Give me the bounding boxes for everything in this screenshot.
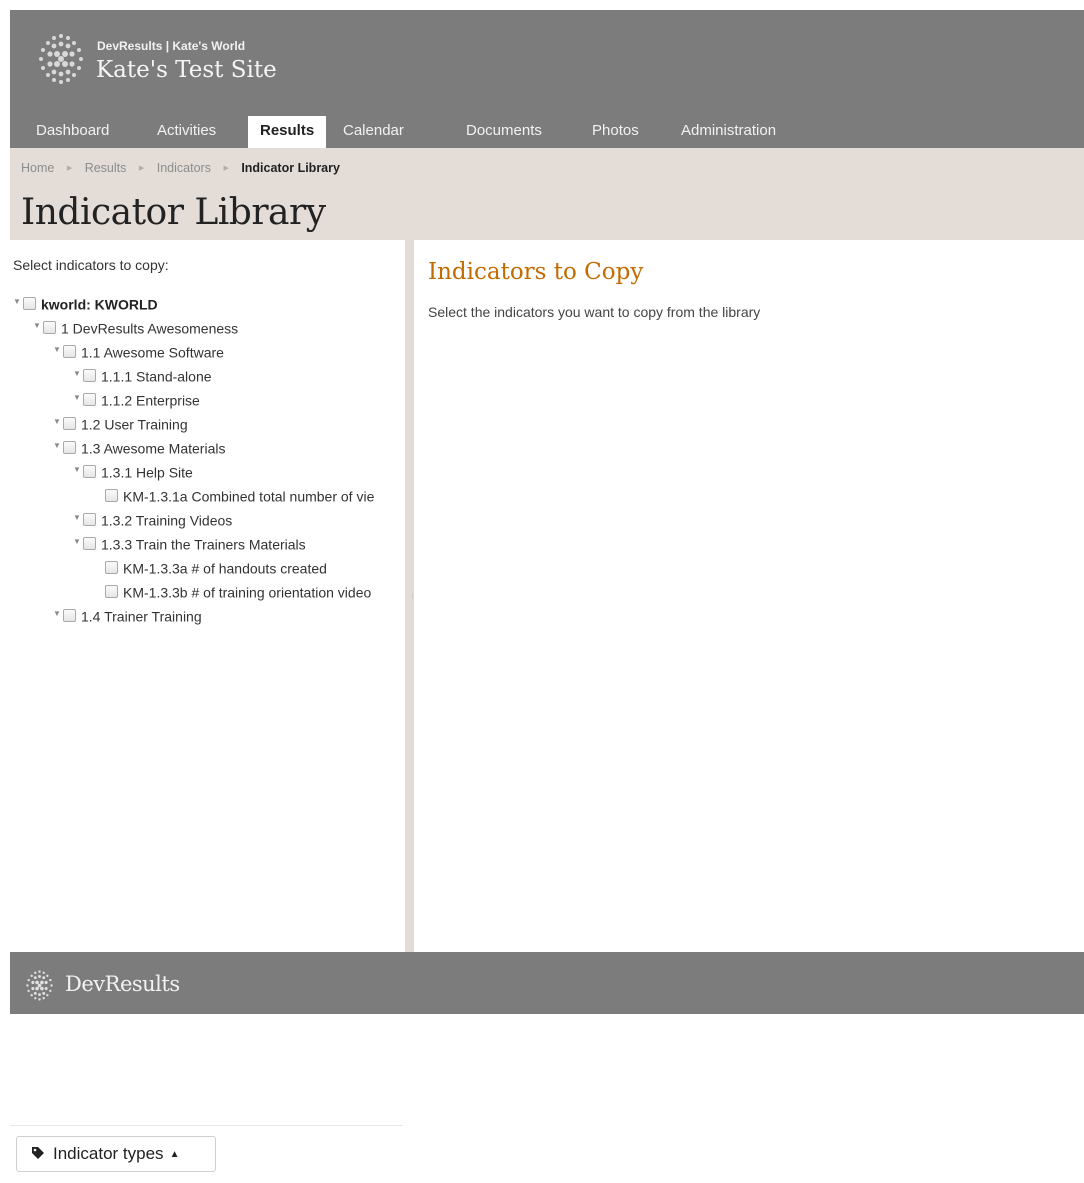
tree-node: ▼ 1.4 Trainer Training — [53, 604, 202, 626]
node-checkbox[interactable] — [63, 416, 76, 430]
select-indicators-label: Select indicators to copy: — [13, 257, 169, 273]
breadcrumb: Home ▶ Results ▶ Indicators ▶ Indicator … — [21, 161, 340, 175]
node-checkbox[interactable] — [83, 392, 96, 406]
tree-node: ▼ kworld: KWORLD — [13, 292, 158, 314]
tree-node: ▼ 1.1.1 Stand-alone — [73, 364, 212, 386]
tree-node-label[interactable]: 1.3 Awesome Materials — [81, 440, 225, 456]
nav-activities[interactable]: Activities — [145, 116, 228, 148]
tree-node: ▼ 1.3.1 Help Site — [73, 460, 193, 482]
tag-icon — [32, 1146, 44, 1159]
triangle-right-icon: ▶ — [138, 165, 145, 172]
nav-administration[interactable]: Administration — [669, 116, 788, 148]
node-checkbox[interactable] — [83, 512, 96, 526]
expand-triangle-icon[interactable]: ▼ — [53, 339, 63, 361]
tree-node: ▼ 1.3 Awesome Materials — [53, 436, 225, 458]
indicator-types-button[interactable]: Indicator types ▲ — [16, 1136, 216, 1172]
tree-node-label[interactable]: 1.4 Trainer Training — [81, 608, 202, 624]
tree-leaf-label[interactable]: KM-1.3.3a # of handouts created — [123, 560, 327, 576]
main-nav: Dashboard Activities Results Calendar Do… — [10, 116, 1084, 148]
globe-dots-icon — [26, 970, 53, 1001]
app-frame: DevResults | Kate's World Kate's Test Si… — [10, 10, 1084, 1183]
tree-leaf-label[interactable]: KM-1.3.3b # of training orientation vide… — [123, 584, 371, 600]
breadcrumb-current: Indicator Library — [241, 161, 340, 175]
tree-node-label[interactable]: 1.1.2 Enterprise — [101, 392, 200, 408]
breadcrumb-home[interactable]: Home — [21, 161, 54, 175]
nav-dashboard[interactable]: Dashboard — [24, 116, 121, 148]
tree-node: ▼ 1.1.2 Enterprise — [73, 388, 200, 410]
tree-node-label[interactable]: 1 DevResults Awesomeness — [61, 320, 238, 336]
page-title: Indicator Library — [21, 192, 326, 233]
nav-calendar[interactable]: Calendar — [331, 116, 416, 148]
expand-triangle-icon[interactable]: ▼ — [73, 531, 83, 553]
expand-triangle-icon[interactable]: ▼ — [53, 411, 63, 433]
org-name: DevResults | Kate's World — [97, 39, 246, 53]
tree-node: ▼ 1.3.2 Training Videos — [73, 508, 232, 530]
node-checkbox[interactable] — [83, 464, 96, 478]
node-checkbox[interactable] — [23, 296, 36, 310]
expand-triangle-icon[interactable]: ▼ — [73, 459, 83, 481]
expand-triangle-icon[interactable]: ▼ — [53, 435, 63, 457]
tree-node-label[interactable]: 1.3.2 Training Videos — [101, 512, 232, 528]
indicator-types-label: Indicator types — [53, 1144, 164, 1163]
indicator-types-bar: Indicator types ▲ — [10, 1125, 403, 1183]
tree-node-label[interactable]: 1.2 User Training — [81, 416, 188, 432]
expand-triangle-icon[interactable]: ▼ — [53, 603, 63, 625]
expand-triangle-icon[interactable]: ▼ — [73, 387, 83, 409]
node-checkbox[interactable] — [63, 344, 76, 358]
node-checkbox[interactable] — [83, 536, 96, 550]
tree-node-label[interactable]: kworld: KWORLD — [41, 296, 158, 312]
site-header: DevResults | Kate's World Kate's Test Si… — [10, 10, 1084, 148]
node-checkbox[interactable] — [63, 608, 76, 622]
tree-node-label[interactable]: 1.3.3 Train the Trainers Materials — [101, 536, 306, 552]
indicators-to-copy-title: Indicators to Copy — [428, 259, 644, 285]
site-title[interactable]: Kate's Test Site — [96, 57, 277, 83]
leaf-checkbox[interactable] — [105, 584, 118, 598]
leaf-checkbox[interactable] — [105, 560, 118, 574]
page-heading-bar: Home ▶ Results ▶ Indicators ▶ Indicator … — [10, 148, 1084, 240]
tree-node: ▼ 1.2 User Training — [53, 412, 188, 434]
indicators-to-copy-pane: Indicators to Copy Select the indicators… — [414, 240, 1084, 952]
indicators-to-copy-description: Select the indicators you want to copy f… — [428, 304, 761, 320]
node-checkbox[interactable] — [63, 440, 76, 454]
tree-node: ▼ 1.1 Awesome Software — [53, 340, 224, 362]
tree-leaf-label[interactable]: KM-1.3.1a Combined total number of vie — [123, 488, 374, 504]
expand-triangle-icon[interactable]: ▼ — [33, 315, 43, 337]
tree-leaf: KM-1.3.3a # of handouts created — [105, 556, 327, 578]
tree-node: ▼ 1.3.3 Train the Trainers Materials — [73, 532, 306, 554]
page-background: DevResults | Kate's World Kate's Test Si… — [0, 0, 1084, 1183]
breadcrumb-results[interactable]: Results — [85, 161, 127, 175]
tree-node-label[interactable]: 1.1 Awesome Software — [81, 344, 224, 360]
tree-node-label[interactable]: 1.1.1 Stand-alone — [101, 368, 212, 384]
triangle-right-icon: ▶ — [223, 165, 229, 172]
site-footer: DevResults — [10, 952, 1084, 1014]
tree-leaf: KM-1.3.3b # of training orientation vide… — [105, 580, 371, 602]
leaf-checkbox[interactable] — [105, 488, 118, 502]
tree-leaf: KM-1.3.1a Combined total number of vie — [105, 484, 374, 506]
expand-triangle-icon[interactable]: ▼ — [73, 507, 83, 529]
globe-dots-icon — [39, 34, 83, 84]
caret-up-icon: ▲ — [169, 1149, 180, 1160]
expand-triangle-icon[interactable]: ▼ — [73, 363, 83, 385]
node-checkbox[interactable] — [43, 320, 56, 334]
nav-results[interactable]: Results — [248, 116, 327, 148]
tree-node: ▼ 1 DevResults Awesomeness — [33, 316, 238, 338]
breadcrumb-indicators[interactable]: Indicators — [157, 161, 211, 175]
indicator-tree-pane: Select indicators to copy: ▼ kworld: KWOR… — [10, 240, 403, 1183]
nav-photos[interactable]: Photos — [580, 116, 651, 148]
triangle-right-icon: ▶ — [66, 165, 73, 172]
tree-node-label[interactable]: 1.3.1 Help Site — [101, 464, 193, 480]
footer-brand[interactable]: DevResults — [65, 972, 180, 996]
nav-documents[interactable]: Documents — [454, 116, 554, 148]
expand-triangle-icon[interactable]: ▼ — [13, 291, 23, 313]
node-checkbox[interactable] — [83, 368, 96, 382]
